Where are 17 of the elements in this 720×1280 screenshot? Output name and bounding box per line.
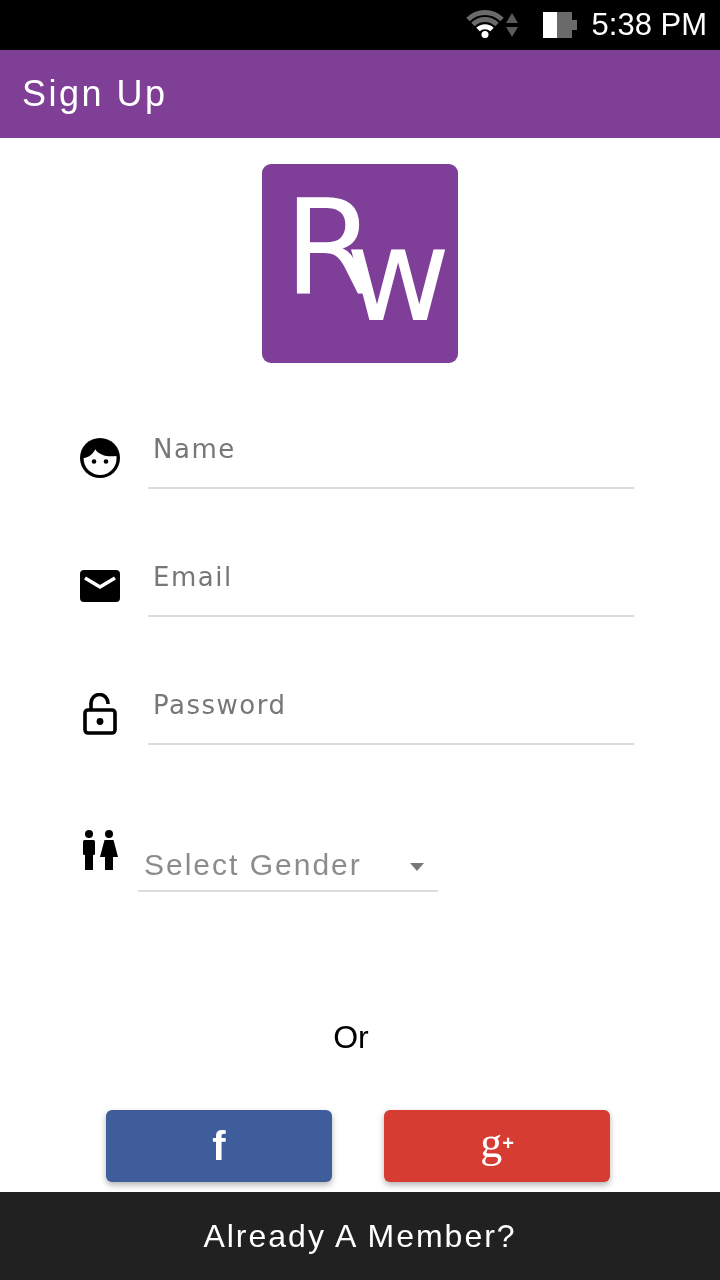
or-divider-text: Or xyxy=(333,1018,369,1056)
email-field[interactable]: Email xyxy=(148,555,634,617)
data-arrows-icon xyxy=(505,12,518,38)
google-plus-button[interactable]: g$^{+}$ xyxy=(384,1110,610,1182)
face-icon xyxy=(80,438,120,478)
name-field[interactable]: Name xyxy=(148,427,634,489)
caret-icon xyxy=(410,863,424,871)
screen-title: Sign Up xyxy=(22,73,168,115)
password-field[interactable]: Password xyxy=(148,683,634,745)
open-padlock-icon xyxy=(83,693,117,735)
already-member-button[interactable]: Already A Member? xyxy=(0,1192,720,1280)
man-woman-icon xyxy=(82,830,118,870)
facebook-button[interactable]: f xyxy=(106,1110,332,1182)
envelope-icon xyxy=(80,570,120,602)
status-time: 5:38 PM xyxy=(591,7,707,43)
battery-icon xyxy=(542,12,577,38)
gender-select[interactable]: Select Gender xyxy=(138,840,438,892)
